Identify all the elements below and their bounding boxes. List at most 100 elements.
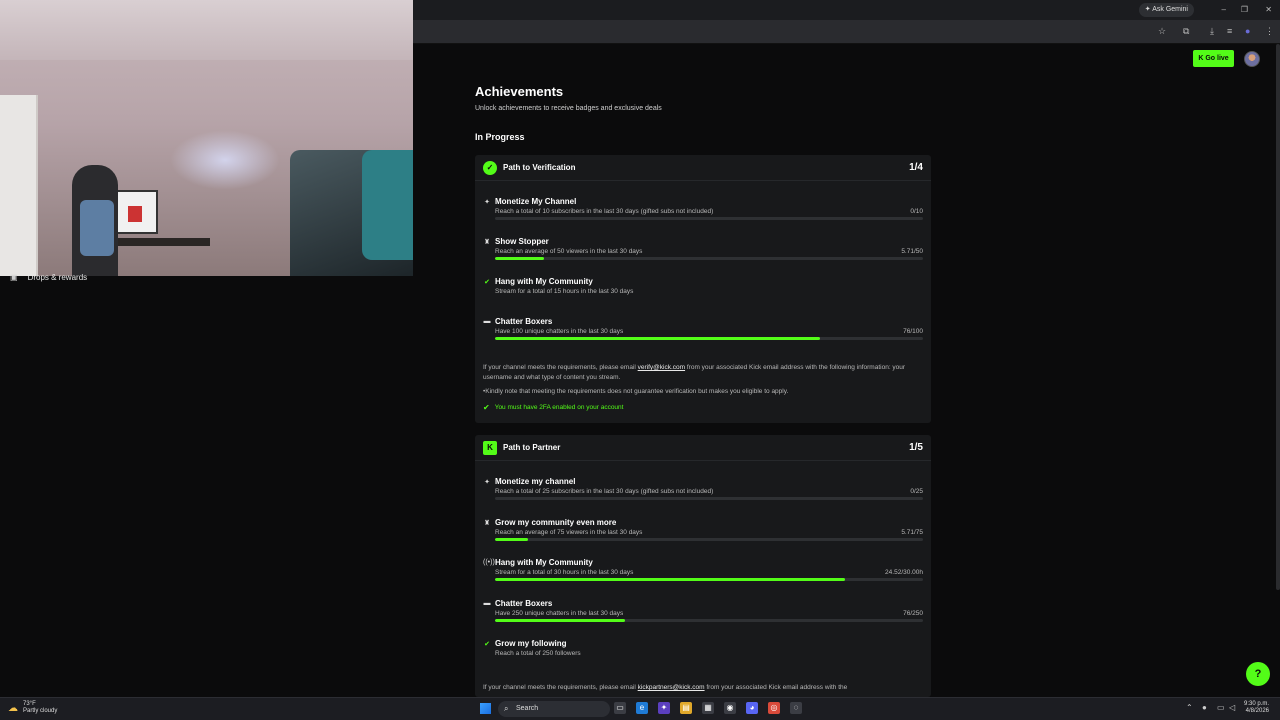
progress-fill <box>495 257 544 260</box>
verification-card-header: ✓ Path to Verification 1/4 <box>475 155 931 181</box>
achievement-task: ✔ Hang with My Community Stream for a tota… <box>483 277 923 303</box>
webcam-overlay <box>0 0 413 276</box>
task-icon: ♜ <box>483 519 491 527</box>
task-name: Grow my following <box>495 639 567 648</box>
minimize-button[interactable]: – <box>1222 3 1226 17</box>
taskbar-search[interactable]: ⌕ Search <box>498 701 610 717</box>
task-icon: ✦ <box>484 479 490 486</box>
progress-track <box>495 618 923 622</box>
partly-cloudy-icon: ☁ <box>8 702 18 714</box>
partner-note: If your channel meets the requirements, … <box>483 683 923 693</box>
weather-widget[interactable]: ☁ 73°F Partly cloudy <box>8 701 57 715</box>
edge-icon[interactable]: e <box>636 702 648 714</box>
task-progress-value: 0/10 <box>910 208 923 215</box>
restore-button[interactable]: ❐ <box>1241 3 1248 17</box>
bookmark-star-icon[interactable]: ☆ <box>1158 26 1166 37</box>
verify-email-link[interactable]: verify@kick.com <box>638 364 685 371</box>
task-icon: ((•)) <box>483 559 495 566</box>
in-progress-heading: In Progress <box>475 132 525 142</box>
achievement-task: ((•)) Hang with My Community Stream for a … <box>483 558 923 584</box>
partner-email-link[interactable]: kickpartners@kick.com <box>638 684 705 691</box>
webcam-person-shirt <box>80 200 114 256</box>
download-icon[interactable]: ⤓ <box>1210 26 1214 37</box>
clock-time: 9:30 p.m. <box>1244 701 1270 707</box>
kick-logo-icon: K <box>483 441 497 455</box>
browser-toolbar <box>413 20 1280 44</box>
store-icon[interactable]: ▦ <box>702 702 714 714</box>
task-description: Reach a total of 25 subscribers in the l… <box>495 488 714 495</box>
progress-fill <box>495 337 821 340</box>
browser-menu-icon[interactable]: ⋮ <box>1265 26 1274 37</box>
close-window-button[interactable]: ✕ <box>1265 3 1272 17</box>
taskbar-clock[interactable]: 9:30 p.m. 4/8/2026 <box>1244 701 1269 715</box>
clock-date: 4/8/2026 <box>1245 708 1270 714</box>
progress-track <box>495 337 923 340</box>
partner-card-header: K Path to Partner 1/5 <box>475 435 931 461</box>
page-scrollbar[interactable] <box>1276 44 1280 590</box>
ask-gemini-label: Ask Gemini <box>1152 6 1188 13</box>
copilot-icon[interactable]: ✦ <box>658 702 670 714</box>
extensions-icon[interactable]: ⧉ <box>1183 26 1189 37</box>
progress-track <box>495 578 923 581</box>
page-subtitle: Unlock achievements to receive badges an… <box>475 105 662 112</box>
verification-card: ✓ Path to Verification 1/4 ✦ Monetize My … <box>475 155 931 423</box>
webcam-monitor <box>112 190 158 234</box>
partner-note-suffix: from your associated Kick email address … <box>704 684 848 691</box>
microphone-icon[interactable]: ● <box>1202 703 1207 712</box>
2fa-requirement: ✔ You must have 2FA enabled on your acco… <box>483 403 623 412</box>
check-icon: ✔ <box>483 403 490 412</box>
task-description: Reach a total of 10 subscribers in the l… <box>495 208 714 215</box>
network-icon[interactable]: ▭ <box>1217 703 1225 712</box>
volume-icon[interactable]: ◁ <box>1229 703 1235 712</box>
task-description: Reach an average of 75 viewers in the la… <box>495 528 643 536</box>
completed-check-icon: ✔ <box>484 279 490 286</box>
achievement-task: ▬ Chatter Boxers Have 250 unique chatters … <box>483 599 923 625</box>
verification-title: Path to Verification <box>503 163 576 172</box>
task-progress-value: 76/250 <box>903 609 923 617</box>
task-progress-value: 24.52/30.00h <box>885 569 923 576</box>
task-name: Show Stopper <box>495 237 549 246</box>
webcam-ceiling <box>0 0 413 60</box>
task-description: Stream for a total of 15 hours in the la… <box>495 288 634 295</box>
browser-titlebar: ✦ Ask Gemini – ❐ ✕ <box>413 0 1280 20</box>
task-progress-value: 0/25 <box>910 488 923 495</box>
webcam-chair-seat <box>362 150 413 260</box>
verification-note-prefix: If your channel meets the requirements, … <box>483 364 638 371</box>
file-explorer-icon[interactable]: ▤ <box>680 702 692 714</box>
verified-badge-icon: ✓ <box>483 161 497 175</box>
task-description: Have 250 unique chatters in the last 30 … <box>495 609 624 617</box>
support-chat-button[interactable]: ? <box>1246 662 1270 686</box>
progress-track <box>495 537 923 541</box>
media-icon[interactable]: ≡ <box>1227 26 1232 36</box>
achievement-task: ♜ Grow my community even more Reach an ave… <box>483 518 923 544</box>
taskbar-search-label: Search <box>516 705 539 712</box>
partner-title: Path to Partner <box>503 443 561 452</box>
task-description: Stream for a total of 30 hours in the la… <box>495 569 634 576</box>
task-name: Chatter Boxers <box>495 598 553 608</box>
go-live-button[interactable]: K Go live <box>1193 50 1234 67</box>
weather-temp: 73°F <box>23 701 36 707</box>
tray-chevron-icon[interactable]: ⌃ <box>1186 703 1193 712</box>
webcam-monitor-screen <box>128 206 142 222</box>
progress-fill <box>495 537 528 541</box>
app-icon[interactable]: ◌ <box>790 702 802 714</box>
obs-icon[interactable]: ◉ <box>724 702 736 714</box>
completed-check-icon: ✔ <box>484 641 490 648</box>
ask-gemini-button[interactable]: ✦ Ask Gemini <box>1138 3 1194 17</box>
task-description: Reach an average of 50 viewers in the la… <box>495 248 643 255</box>
task-progress-value: 5.71/75 <box>901 528 923 536</box>
avatar[interactable] <box>1244 51 1260 67</box>
task-view-icon[interactable]: ▭ <box>614 702 626 714</box>
profile-icon[interactable]: ● <box>1245 26 1250 36</box>
task-icon: ▬ <box>483 318 491 325</box>
task-progress-value: 76/100 <box>903 328 923 335</box>
windows-start-icon[interactable] <box>480 703 491 714</box>
verification-disclaimer: •Kindly note that meeting the requiremen… <box>483 388 789 395</box>
discord-icon[interactable]: ◕ <box>746 702 758 714</box>
sidebar-item-drops-rewards[interactable]: ▣ Drops & rewards <box>10 273 87 282</box>
partner-note-prefix: If your channel meets the requirements, … <box>483 684 638 691</box>
page-title: Achievements <box>475 84 564 99</box>
task-name: Monetize My Channel <box>495 197 577 206</box>
chrome-icon[interactable]: ◎ <box>768 702 780 714</box>
task-icon: ▬ <box>483 599 491 607</box>
